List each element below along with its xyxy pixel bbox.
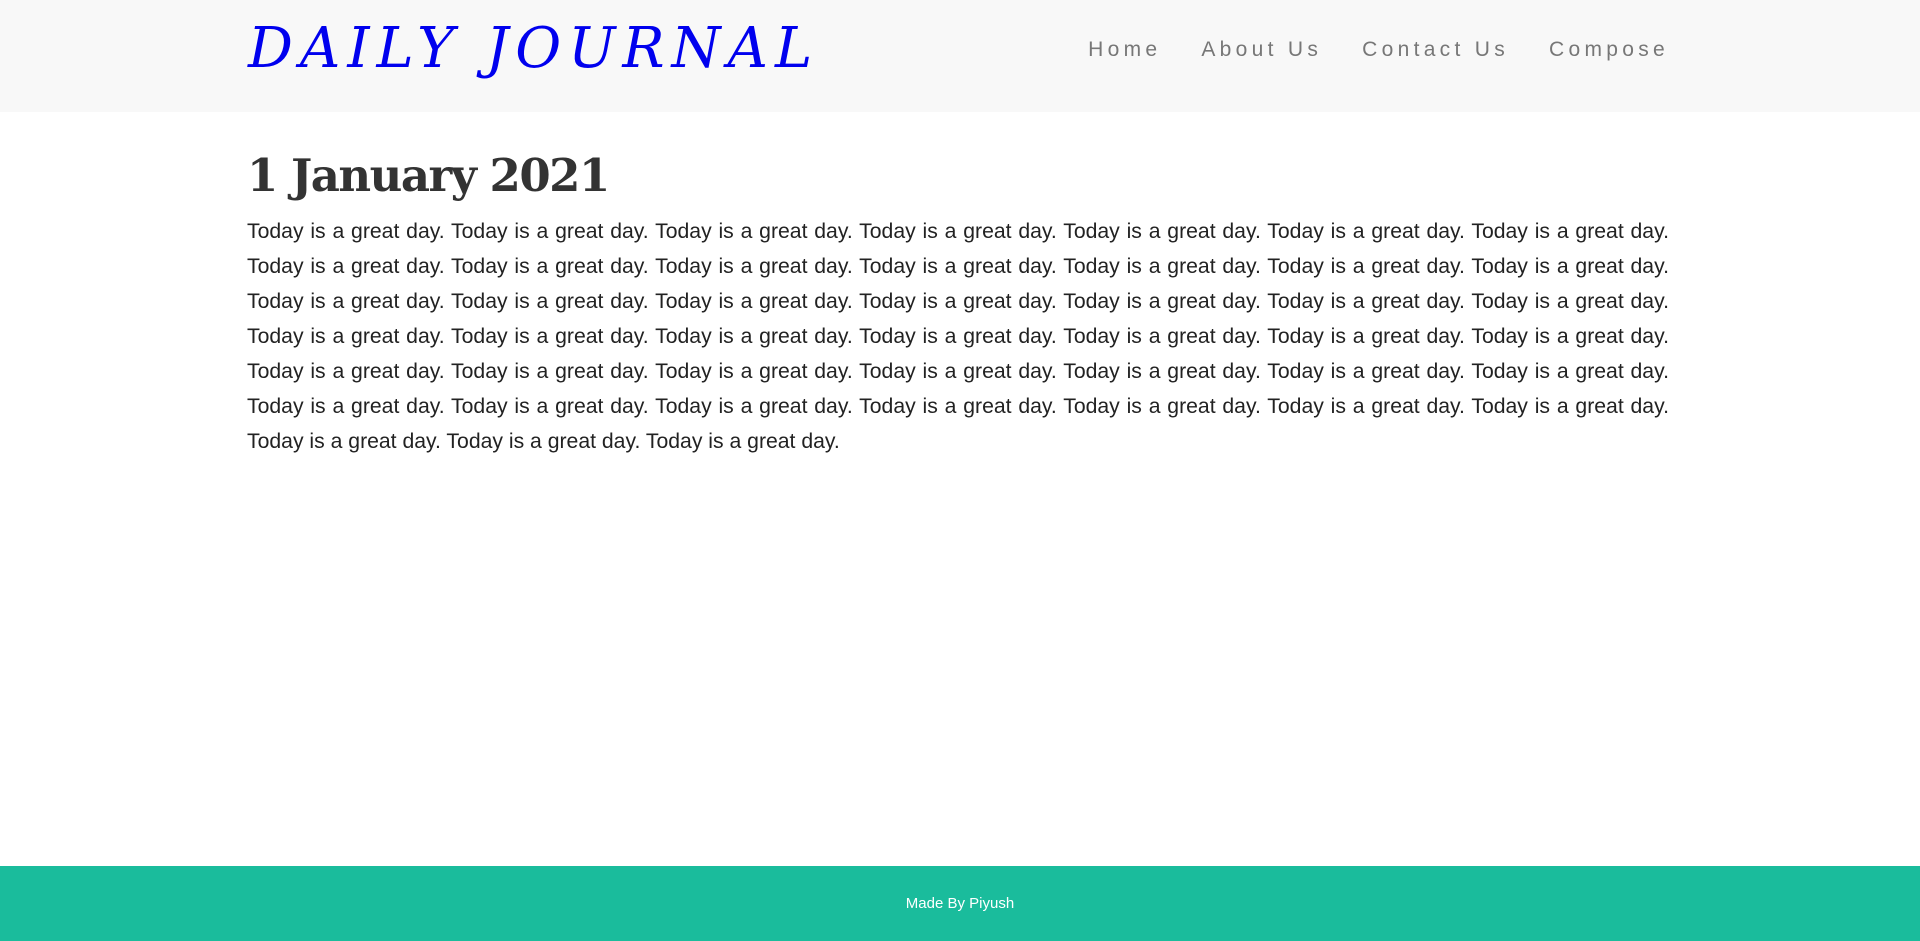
post-title: 1 January 2021 — [247, 149, 610, 202]
brand-logo-link[interactable]: DAILY JOURNAL — [248, 14, 819, 84]
nav-link-about-us[interactable]: About Us — [1201, 38, 1322, 61]
nav-link-home[interactable]: Home — [1088, 38, 1161, 61]
footer-credit: Made By Piyush — [905, 895, 1015, 912]
nav-item-home: Home — [1088, 36, 1161, 64]
post-body: Today is a great day. Today is a great d… — [247, 220, 1669, 453]
footer: Made By Piyush — [0, 866, 1920, 941]
nav-menu: Home About Us Contact Us Compose — [1088, 36, 1669, 64]
nav-link-contact-us[interactable]: Contact Us — [1362, 38, 1509, 61]
nav-item-about-us: About Us — [1201, 36, 1322, 64]
nav-item-contact-us: Contact Us — [1362, 36, 1509, 64]
nav-item-compose: Compose — [1549, 36, 1669, 64]
navbar: DAILY JOURNAL Home About Us Contact Us C… — [0, 0, 1920, 112]
post-container: 1 January 2021 Today is a great day. Tod… — [247, 148, 1669, 459]
nav-link-compose[interactable]: Compose — [1549, 38, 1669, 61]
